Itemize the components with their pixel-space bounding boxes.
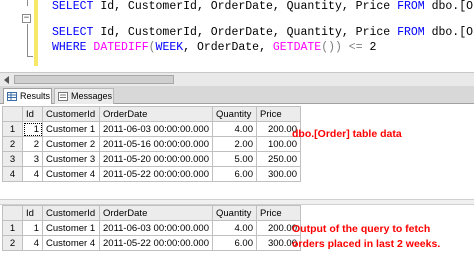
cell-orderdate[interactable]: 2011-05-22 00:00:00.000 [99,166,213,182]
cell-quantity[interactable]: 6.00 [212,166,257,182]
column-header[interactable]: Price [256,205,301,221]
outline-line [27,0,28,6]
editor-horizontal-scrollbar[interactable] [0,72,474,86]
tab-messages[interactable]: Messages [54,88,114,104]
results-pane: Id CustomerId OrderDate Quantity Price 1… [0,104,474,267]
query-output-annotation-line-1: Output of the query to fetch [292,223,431,235]
cell-customer[interactable]: Customer 4 [42,166,100,182]
cell-quantity[interactable]: 5.00 [212,151,257,167]
outline-end [27,56,33,57]
change-tracking-bar [34,0,38,66]
cell-customer[interactable]: Customer 2 [42,136,100,152]
table-row[interactable]: 4 4 Customer 4 2011-05-22 00:00:00.000 6… [2,166,301,182]
cell-quantity[interactable]: 4.00 [212,220,257,236]
column-header[interactable]: CustomerId [42,106,100,122]
column-header[interactable]: Price [256,106,301,122]
table-row[interactable]: 1 1 Customer 1 2011-06-03 00:00:00.000 4… [2,220,301,236]
cell-quantity[interactable]: 6.00 [212,235,257,251]
cell-quantity[interactable]: 2.00 [212,136,257,152]
cell-price[interactable]: 250.00 [256,151,301,167]
cell-id[interactable]: 1 [22,220,43,236]
cell-id[interactable]: 4 [22,166,43,182]
editor-gutter [0,0,18,72]
cell-quantity[interactable]: 4.00 [212,121,257,137]
outline-line [27,24,28,56]
row-number[interactable]: 3 [2,151,23,167]
code-line-1: SELECT Id, CustomerId, OrderDate, Quanti… [52,0,474,13]
column-header[interactable]: Quantity [212,106,257,122]
cell-orderdate[interactable]: 2011-05-20 00:00:00.000 [99,151,213,167]
row-number[interactable]: 2 [2,136,23,152]
query-editor[interactable]: − SELECT Id, CustomerId, OrderDate, Quan… [0,0,474,72]
tab-results[interactable]: Results [3,88,52,104]
row-number[interactable]: 1 [2,121,23,137]
column-header[interactable]: OrderDate [99,106,213,122]
table-row[interactable]: 2 2 Customer 2 2011-05-16 00:00:00.000 2… [2,136,301,152]
grid-corner[interactable] [2,205,23,221]
messages-icon [58,92,68,101]
cell-id[interactable]: 3 [22,151,43,167]
query-output-annotation-line-2: orders placed in last 2 weeks. [292,238,441,250]
scrollbar-thumb[interactable] [14,75,174,84]
results-grid-1[interactable]: Id CustomerId OrderDate Quantity Price 1… [2,106,301,182]
grid-header-row: Id CustomerId OrderDate Quantity Price [2,205,301,221]
row-number[interactable]: 1 [2,220,23,236]
cell-orderdate[interactable]: 2011-05-22 00:00:00.000 [99,235,213,251]
tab-messages-label: Messages [71,91,113,101]
column-header[interactable]: Id [22,106,43,122]
cell-orderdate[interactable]: 2011-05-16 00:00:00.000 [99,136,213,152]
collapse-toggle-icon[interactable]: − [22,14,31,23]
code-line-3: WHERE DATEDIFF(WEEK, OrderDate, GETDATE(… [52,41,377,54]
cell-customer[interactable]: Customer 3 [42,151,100,167]
row-number[interactable]: 4 [2,166,23,182]
column-header[interactable]: CustomerId [42,205,100,221]
column-header[interactable]: Quantity [212,205,257,221]
cell-id[interactable]: 4 [22,235,43,251]
cell-customer[interactable]: Customer 4 [42,235,100,251]
cell-orderdate[interactable]: 2011-06-03 00:00:00.000 [99,220,213,236]
table-data-annotation: dbo.[Order] table data [292,128,402,140]
cell-orderdate[interactable]: 2011-06-03 00:00:00.000 [99,121,213,137]
table-row[interactable]: 2 4 Customer 4 2011-05-22 00:00:00.000 6… [2,235,301,251]
table-row[interactable]: 1 1 Customer 1 2011-06-03 00:00:00.000 4… [2,121,301,137]
grid-header-row: Id CustomerId OrderDate Quantity Price [2,106,301,122]
results-grid-2[interactable]: Id CustomerId OrderDate Quantity Price 1… [2,205,301,251]
column-header[interactable]: Id [22,205,43,221]
column-header[interactable]: OrderDate [99,205,213,221]
row-number[interactable]: 2 [2,235,23,251]
cell-id[interactable]: 2 [22,136,43,152]
cell-customer[interactable]: Customer 1 [42,121,100,137]
code-line-2: SELECT Id, CustomerId, OrderDate, Quanti… [52,26,474,39]
tab-results-label: Results [20,91,51,101]
table-row[interactable]: 3 3 Customer 3 2011-05-20 00:00:00.000 5… [2,151,301,167]
grid-icon [7,92,17,101]
grid-corner[interactable] [2,106,23,122]
scroll-left-arrow-icon[interactable] [4,76,9,84]
results-tab-bar: Results Messages [0,86,474,104]
cell-id[interactable]: 1 [22,121,43,137]
cell-customer[interactable]: Customer 1 [42,220,100,236]
cell-price[interactable]: 300.00 [256,166,301,182]
